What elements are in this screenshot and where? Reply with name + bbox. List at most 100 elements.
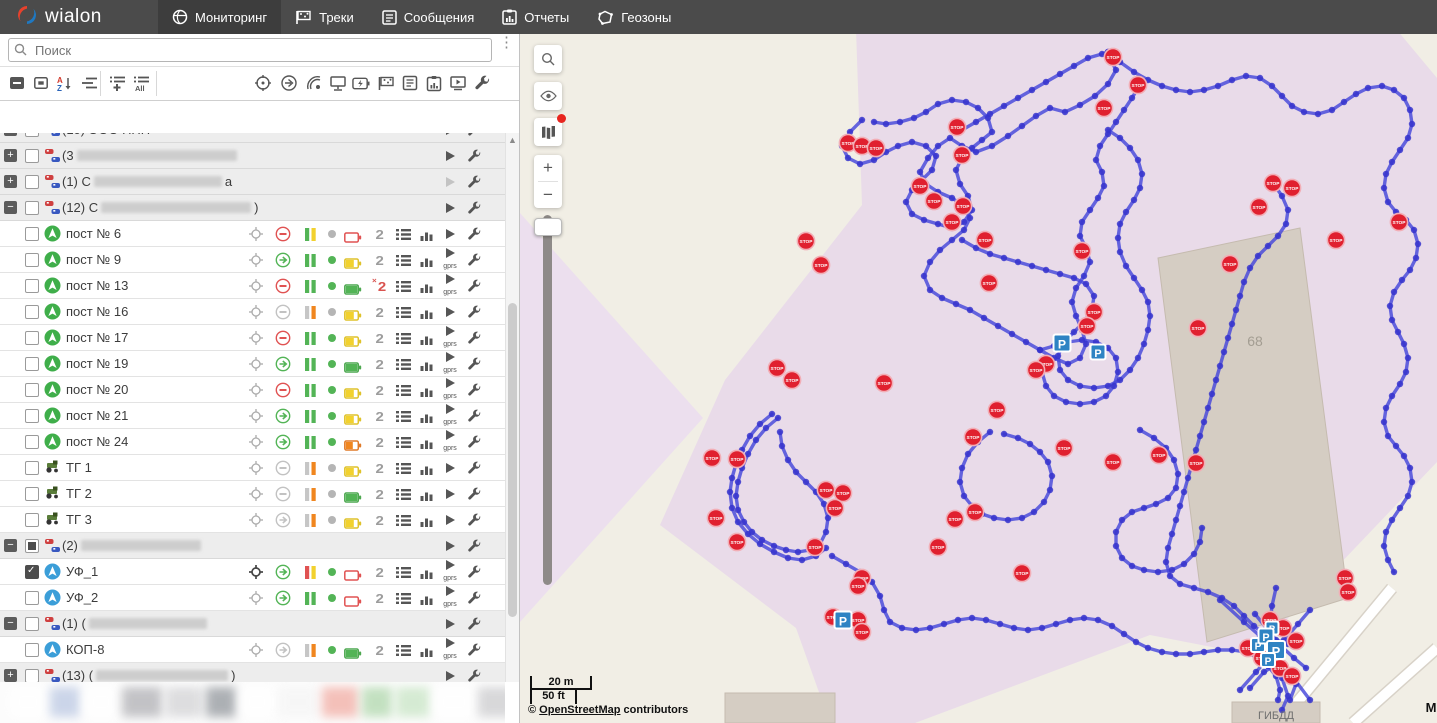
tracks-flag-icon[interactable] <box>377 74 395 92</box>
group-checkbox[interactable] <box>25 617 39 631</box>
group-play-button[interactable] <box>441 173 459 191</box>
wialon-logo[interactable]: wialon <box>0 4 158 31</box>
unit-checkbox[interactable] <box>25 357 39 371</box>
scroll-thumb[interactable] <box>508 303 517 617</box>
unit-chart-icon[interactable] <box>418 563 436 581</box>
sensor-icon[interactable]: 2 <box>371 303 389 321</box>
unit-name[interactable]: ТГ 1 <box>66 460 92 475</box>
group-row[interactable]: −(1) ( <box>0 611 505 637</box>
connection-bars-icon[interactable] <box>302 381 320 399</box>
unit-name[interactable]: пост № 19 <box>66 356 128 371</box>
stop-marker[interactable]: STOP <box>1339 583 1356 600</box>
follow-unit-icon[interactable] <box>247 407 265 425</box>
unit-row[interactable]: УФ_12gprs <box>0 559 505 585</box>
stop-marker[interactable]: STOP <box>867 139 884 156</box>
unit-row[interactable]: пост № 192gprs <box>0 351 505 377</box>
unit-play-gprs-button[interactable]: gprs <box>441 560 459 578</box>
unit-chart-icon[interactable] <box>418 381 436 399</box>
follow-unit-icon[interactable] <box>247 511 265 529</box>
overflow-menu-icon[interactable]: ⋮ <box>499 39 511 46</box>
stop-marker[interactable]: STOP <box>728 450 745 467</box>
unit-play-button[interactable] <box>441 459 459 477</box>
unit-row[interactable]: ТГ 32 <box>0 507 505 533</box>
unit-checkbox[interactable] <box>25 409 39 423</box>
unit-chart-icon[interactable] <box>418 641 436 659</box>
motion-state-icon[interactable] <box>274 381 292 399</box>
unit-name[interactable]: пост № 13 <box>66 278 128 293</box>
tab-messages[interactable]: Сообщения <box>368 0 489 34</box>
group-settings-wrench-icon[interactable] <box>465 199 483 217</box>
group-row[interactable]: +(1) Са <box>0 169 505 195</box>
motion-state-icon[interactable] <box>274 407 292 425</box>
unit-checkbox[interactable] <box>25 279 39 293</box>
connection-bars-icon[interactable] <box>302 407 320 425</box>
motion-state-icon[interactable] <box>274 277 292 295</box>
sensor-icon[interactable]: 2 <box>371 225 389 243</box>
stop-marker[interactable]: STOP <box>1390 213 1407 230</box>
unit-row[interactable]: пост № 172gprs <box>0 325 505 351</box>
stop-marker[interactable]: STOP <box>988 401 1005 418</box>
stop-marker[interactable]: STOP <box>1078 317 1095 334</box>
sensor-icon[interactable]: ×2 <box>371 277 389 295</box>
follow-unit-icon[interactable] <box>247 303 265 321</box>
sensor-icon[interactable]: 2 <box>371 459 389 477</box>
monitor-screen-icon[interactable] <box>329 74 347 92</box>
group-settings-wrench-icon[interactable] <box>465 173 483 191</box>
stop-marker[interactable]: STOP <box>1250 198 1267 215</box>
unit-name[interactable]: КОП-8 <box>66 642 104 657</box>
parking-marker[interactable]: P <box>1261 653 1275 667</box>
connection-bars-icon[interactable] <box>302 225 320 243</box>
unit-settings-wrench-icon[interactable] <box>465 407 483 425</box>
sensor-icon[interactable]: 2 <box>371 251 389 269</box>
map-area[interactable]: STOP STOP STOP STOP STOP STOP STOP STOP STOP STOP… <box>520 34 1437 723</box>
list-scrollbar[interactable]: ▲ <box>505 133 519 682</box>
unit-checkbox[interactable] <box>25 331 39 345</box>
unit-play-button[interactable] <box>441 511 459 529</box>
unit-properties-list-icon[interactable] <box>394 511 412 529</box>
zoom-out-button[interactable]: − <box>534 182 562 208</box>
map-layers-button[interactable] <box>534 118 562 146</box>
unit-settings-wrench-icon[interactable] <box>465 251 483 269</box>
unit-chart-icon[interactable] <box>418 303 436 321</box>
group-row[interactable]: +(3 <box>0 143 505 169</box>
connection-bars-icon[interactable] <box>302 251 320 269</box>
connection-bars-icon[interactable] <box>302 563 320 581</box>
selection-mode-icon[interactable] <box>32 74 50 92</box>
unit-row[interactable]: пост № 242gprs <box>0 429 505 455</box>
parking-marker[interactable]: P <box>1091 345 1106 360</box>
sensor-icon[interactable]: 2 <box>371 485 389 503</box>
stop-marker[interactable]: STOP <box>1187 454 1204 471</box>
unit-settings-wrench-icon[interactable] <box>465 329 483 347</box>
unit-play-button[interactable] <box>441 485 459 503</box>
unit-settings-wrench-icon[interactable] <box>465 511 483 529</box>
follow-unit-icon[interactable] <box>247 277 265 295</box>
unit-checkbox[interactable] <box>25 591 39 605</box>
unit-settings-wrench-icon[interactable] <box>465 355 483 373</box>
stop-marker[interactable]: STOP <box>1221 255 1238 272</box>
connection-bars-icon[interactable] <box>302 355 320 373</box>
motion-state-icon[interactable] <box>274 589 292 607</box>
unit-checkbox[interactable] <box>25 227 39 241</box>
collapse-group-button[interactable]: − <box>4 201 17 214</box>
parking-marker[interactable]: P <box>835 612 852 629</box>
follow-unit-icon[interactable] <box>247 641 265 659</box>
group-play-button[interactable] <box>441 615 459 633</box>
follow-unit-icon[interactable] <box>247 485 265 503</box>
follow-unit-icon[interactable] <box>247 251 265 269</box>
unit-name[interactable]: ТГ 3 <box>66 512 92 527</box>
unit-chart-icon[interactable] <box>418 251 436 269</box>
unit-row[interactable]: пост № 92gprs <box>0 247 505 273</box>
sensor-icon[interactable]: 2 <box>371 355 389 373</box>
stop-marker[interactable]: STOP <box>817 481 834 498</box>
collapse-group-button[interactable]: − <box>4 539 17 552</box>
unit-name[interactable]: пост № 17 <box>66 330 128 345</box>
unit-row[interactable]: пост № 13×2gprs <box>0 273 505 299</box>
unit-properties-list-icon[interactable] <box>394 225 412 243</box>
lbs-detect-icon[interactable] <box>305 74 323 92</box>
group-row[interactable]: −(2) <box>0 533 505 559</box>
stop-marker[interactable]: STOP <box>953 146 970 163</box>
unit-chart-icon[interactable] <box>418 459 436 477</box>
sensor-icon[interactable]: 2 <box>371 381 389 399</box>
map-search-button[interactable] <box>534 45 562 73</box>
zoom-in-button[interactable]: + <box>534 155 562 181</box>
